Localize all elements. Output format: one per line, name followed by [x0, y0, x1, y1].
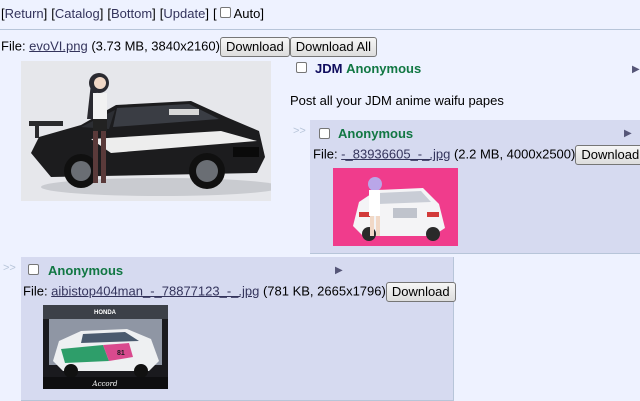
file-label: File:	[1, 38, 30, 54]
divider	[0, 29, 640, 30]
reply-select-checkbox[interactable]	[28, 264, 39, 275]
car-number: 81	[117, 350, 125, 357]
download-button[interactable]: Download	[219, 37, 290, 57]
download-button[interactable]: Download	[385, 282, 456, 302]
reply-select-checkbox[interactable]	[319, 128, 330, 139]
pink-car-picture	[333, 168, 458, 246]
op-car-picture	[21, 61, 271, 201]
reply-filename-link[interactable]: -_83936605_-_.jpg	[341, 146, 450, 161]
nav-bracket: ]	[43, 5, 48, 21]
op-poster-name: Anonymous	[346, 61, 422, 76]
reply-side-arrows: >>	[3, 262, 16, 274]
auto-update-label: Auto]	[233, 5, 264, 21]
update-link[interactable]: Update	[163, 6, 205, 21]
file-meta: (781 KB, 2665x1796)	[259, 283, 386, 299]
file-meta: (3.73 MB, 3840x2160)	[87, 38, 220, 54]
nav-bracket: [	[212, 5, 217, 21]
post-menu-arrow-icon[interactable]: ▶	[624, 128, 632, 139]
reply-poster-name: Anonymous	[48, 263, 124, 278]
file-label: File:	[23, 283, 52, 299]
op-message: Post all your JDM anime waifu papes	[290, 93, 504, 108]
post-menu-arrow-icon[interactable]: ▶	[335, 265, 343, 276]
file-meta: (2.2 MB, 4000x2500)	[450, 146, 576, 162]
op-post-header: JDM Anonymous	[315, 61, 421, 76]
nav-bracket: ]	[152, 5, 156, 21]
reply-thumbnail[interactable]	[333, 168, 458, 246]
nav-bracket: ]	[99, 5, 104, 21]
op-subject: JDM	[315, 61, 343, 76]
reply-file-info: File: aibistop404man_-_78877123_-_.jpg (…	[23, 282, 456, 302]
honda-sign: HONDA	[94, 310, 117, 316]
post-menu-arrow-icon[interactable]: ▶	[632, 64, 640, 75]
download-all-button[interactable]: Download All	[289, 37, 377, 57]
op-file-info: File: evoVI.png (3.73 MB, 3840x2160) Down…	[1, 37, 377, 57]
nav-bracket: ]	[205, 5, 209, 21]
reply-side-arrows: >>	[293, 125, 306, 137]
race-car-picture: HONDA 81 Accord	[43, 305, 168, 389]
auto-update-checkbox[interactable]	[219, 6, 231, 18]
reply-thumbnail[interactable]: HONDA 81 Accord	[43, 305, 168, 389]
file-label: File:	[313, 146, 342, 162]
download-button[interactable]: Download	[575, 145, 640, 165]
reply-poster-name: Anonymous	[338, 126, 414, 141]
thread-nav: [Return] [Catalog] [Bottom] [Update] [Au…	[0, 0, 640, 26]
return-link[interactable]: Return	[5, 6, 44, 21]
op-filename-link[interactable]: evoVI.png	[29, 38, 88, 53]
catalog-link[interactable]: Catalog	[55, 6, 100, 21]
op-image[interactable]	[21, 61, 271, 201]
reply-file-info: File: -_83936605_-_.jpg (2.2 MB, 4000x25…	[313, 145, 640, 165]
bottom-link[interactable]: Bottom	[111, 6, 152, 21]
accord-logo: Accord	[92, 380, 118, 388]
reply-filename-link[interactable]: aibistop404man_-_78877123_-_.jpg	[51, 283, 259, 298]
op-select-checkbox[interactable]	[296, 62, 307, 73]
